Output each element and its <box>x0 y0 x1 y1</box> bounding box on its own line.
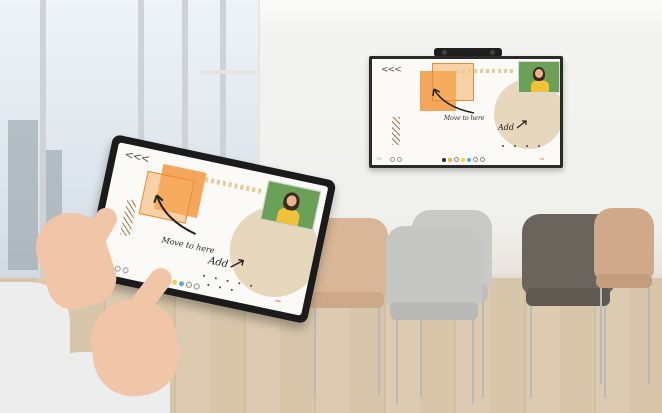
wall-display: <<< Move to here Add TD ••• <box>369 56 563 168</box>
pen-white-icon[interactable] <box>454 157 459 162</box>
ceiling-light <box>200 70 256 74</box>
arrow-drawing[interactable] <box>430 85 482 119</box>
participant-face <box>535 69 543 78</box>
building <box>8 120 38 270</box>
eraser-icon[interactable] <box>473 157 478 162</box>
chair-seat <box>596 274 652 288</box>
eraser-icon[interactable] <box>185 281 193 289</box>
striped-shape[interactable] <box>392 117 400 145</box>
dashed-line <box>456 69 516 73</box>
chair-seat <box>390 302 478 320</box>
chair-back <box>594 208 654 280</box>
undo-icon[interactable] <box>193 282 201 291</box>
conference-room-scene: <<< Move to here Add TD ••• <<< Move to … <box>0 0 662 413</box>
camera-lens-icon <box>442 50 447 55</box>
chair-leg <box>530 306 532 398</box>
chair-back <box>386 226 482 308</box>
pen-orange-icon[interactable] <box>448 157 452 162</box>
add-note-text[interactable]: Add <box>498 123 514 132</box>
add-arrow-icon <box>516 120 527 129</box>
camera-lens-icon <box>490 50 495 55</box>
select-icon[interactable] <box>122 266 130 274</box>
wall-whiteboard-screen[interactable]: <<< Move to here Add TD ••• <box>372 59 560 165</box>
whiteboard-toolbar <box>442 157 487 162</box>
pen-icon[interactable] <box>390 157 395 162</box>
chair-leg <box>482 302 484 398</box>
chair-tan <box>594 208 654 388</box>
participant-body <box>531 80 549 92</box>
add-arrow-icon <box>230 258 244 268</box>
chair-leg <box>472 320 474 404</box>
pen-blue-icon[interactable] <box>467 157 471 162</box>
pen-blue-icon[interactable] <box>178 280 185 287</box>
whiteboard-canvas[interactable]: <<< Move to here Add <box>372 59 560 165</box>
move-note-text[interactable]: Move to here <box>444 115 484 122</box>
chair-seat <box>308 292 384 308</box>
end-session-button[interactable]: ••• <box>540 156 544 161</box>
undo-icon[interactable] <box>480 157 485 162</box>
chair-leg <box>648 288 650 384</box>
add-note-text[interactable]: Add <box>207 255 229 270</box>
pen-yellow-icon[interactable] <box>171 278 178 285</box>
chair-leg <box>314 308 316 396</box>
chair-leg <box>396 320 398 404</box>
chair-leg <box>378 308 380 396</box>
pen-black-icon[interactable] <box>442 157 446 162</box>
back-arrow-icon[interactable]: <<< <box>123 148 150 166</box>
dashed-line <box>204 176 265 195</box>
pen-yellow-icon[interactable] <box>461 157 465 162</box>
back-arrow-icon[interactable]: <<< <box>381 65 402 75</box>
chair-light <box>386 226 482 406</box>
end-session-button[interactable]: ••• <box>275 298 281 305</box>
striped-shape[interactable] <box>119 199 138 237</box>
chair-leg <box>600 288 602 384</box>
brand-mark: TD <box>376 156 382 161</box>
video-call-tile[interactable] <box>518 61 560 93</box>
select-icon[interactable] <box>397 157 402 162</box>
